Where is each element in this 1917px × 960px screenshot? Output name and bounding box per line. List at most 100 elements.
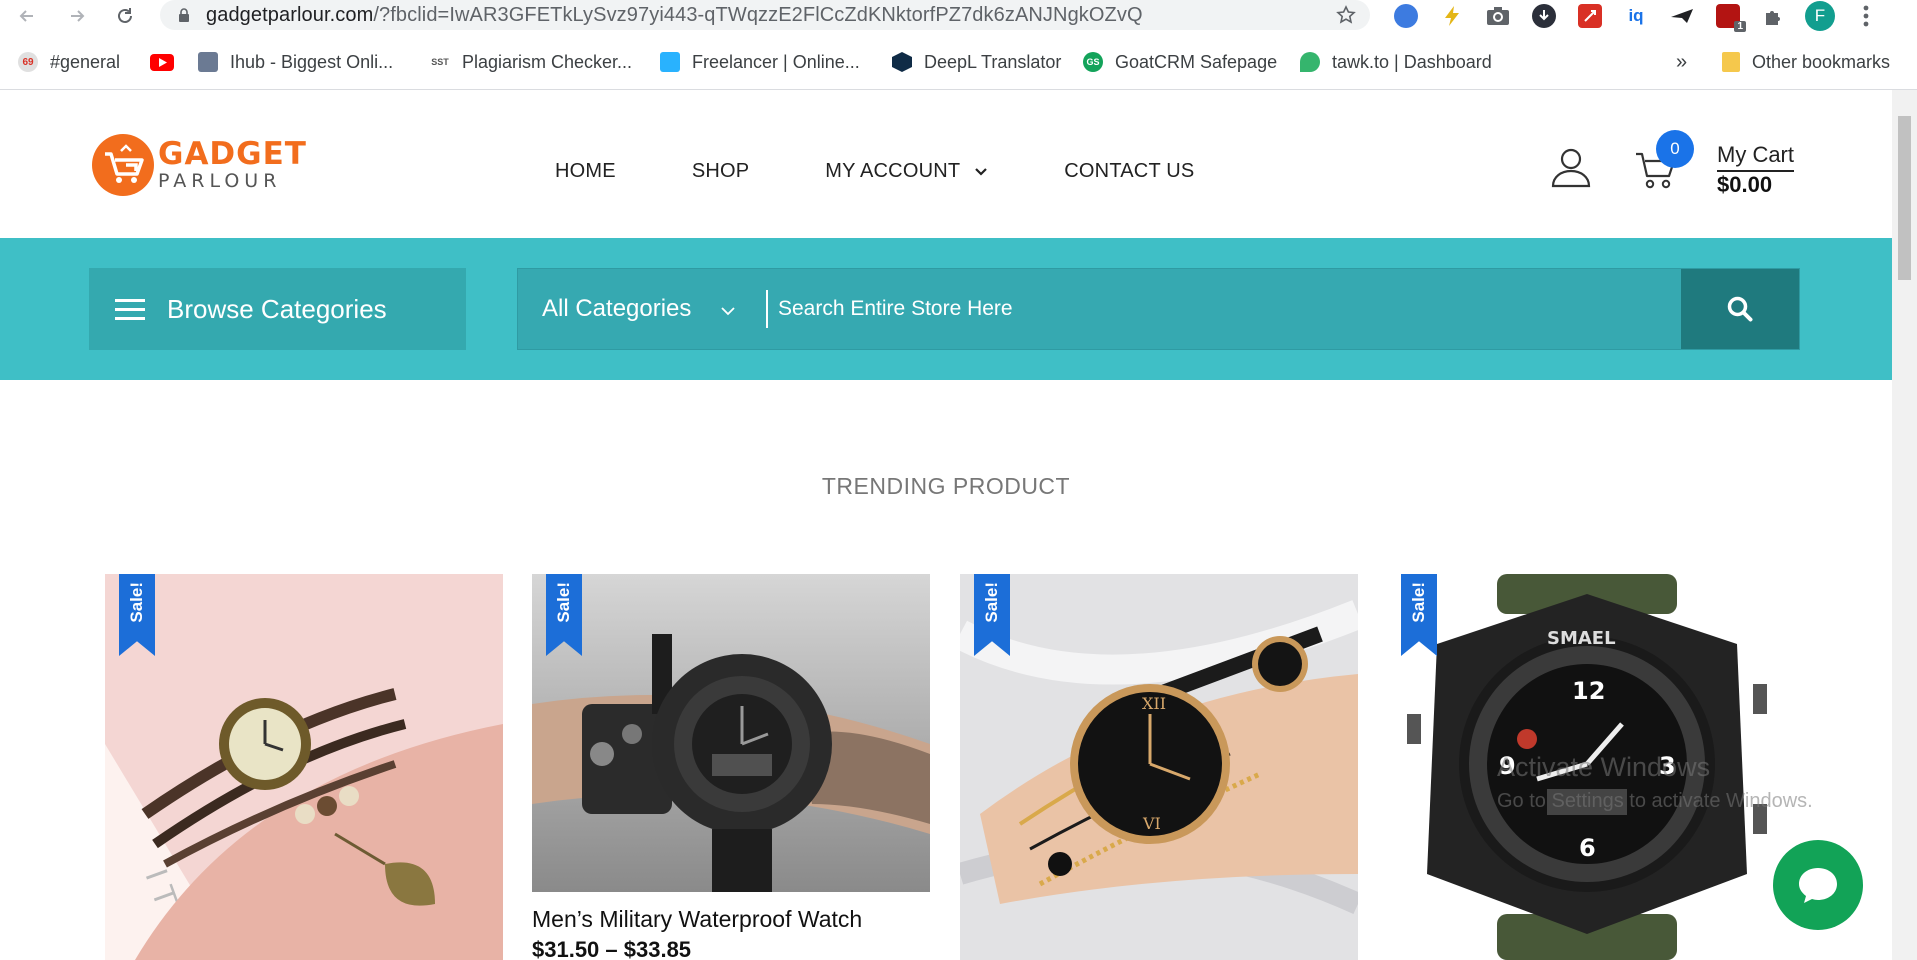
- bookmark-label: #general: [50, 51, 121, 72]
- bookmark-label: DeepL Translator: [924, 51, 1062, 72]
- svg-text:VI: VI: [1142, 814, 1161, 833]
- sale-badge-label: Sale!: [554, 582, 573, 623]
- bookmark-label: Ihub - Biggest Onli...: [230, 51, 394, 72]
- cart-count-badge: 0: [1656, 130, 1694, 168]
- bookmark-general[interactable]: 69 #general: [18, 50, 120, 74]
- product-image-leather-bracelet-watch[interactable]: I T H E: [105, 574, 503, 960]
- url-domain: gadgetparlour.com: [206, 3, 374, 26]
- bookmark-label: Other bookmarks: [1752, 51, 1891, 72]
- sale-badge-label: Sale!: [1409, 582, 1428, 623]
- bookmark-label: Plagiarism Checker...: [462, 51, 633, 72]
- folder-icon: [1722, 52, 1740, 72]
- cart-logo-icon: [92, 134, 154, 196]
- bookmark-plagiarism[interactable]: SST Plagiarism Checker...: [430, 50, 632, 74]
- user-account-icon[interactable]: [1550, 146, 1592, 188]
- product-price: $31.50 – $33.85: [532, 937, 692, 960]
- search-input[interactable]: [768, 269, 1681, 349]
- url-path: /?fbclid=IwAR3GFETkLySvz97yi443-qTWqzzE2…: [373, 3, 1143, 26]
- website: GADGET PARLOUR HOME SHOP MY ACCOUNT CONT…: [0, 90, 1892, 960]
- address-bar[interactable]: gadgetparlour.com/?fbclid=IwAR3GFETkLySv…: [160, 0, 1370, 30]
- browse-categories-button[interactable]: Browse Categories: [89, 268, 466, 350]
- other-bookmarks-folder[interactable]: Other bookmarks: [1722, 50, 1890, 74]
- lock-icon: [179, 8, 189, 22]
- bookmark-label: tawk.to | Dashboard: [1332, 51, 1492, 72]
- category-select[interactable]: All Categories: [518, 269, 766, 349]
- ihub-icon: [198, 52, 218, 72]
- youtube-icon: [150, 53, 174, 71]
- forward-icon[interactable]: [64, 3, 90, 29]
- nav-home[interactable]: HOME: [555, 160, 616, 183]
- search-button[interactable]: [1681, 269, 1799, 349]
- browser-toolbar: gadgetparlour.com/?fbclid=IwAR3GFETkLySv…: [0, 0, 1917, 32]
- download-shield-icon[interactable]: [1521, 0, 1567, 31]
- site-logo[interactable]: GADGET PARLOUR: [92, 134, 307, 196]
- extension-plane-icon[interactable]: [1659, 0, 1705, 31]
- windows-watermark-title: Activate Windows: [1497, 752, 1711, 782]
- url-text[interactable]: gadgetparlour.com/?fbclid=IwAR3GFETkLySv…: [206, 4, 1143, 27]
- bookmark-label: GoatCRM Safepage: [1115, 51, 1278, 72]
- back-icon[interactable]: [14, 3, 40, 29]
- chevron-down-icon: [721, 307, 735, 316]
- product-image-mens-military-watch[interactable]: [532, 574, 930, 892]
- bookmark-star-icon[interactable]: [1336, 5, 1356, 25]
- screen: gadgetparlour.com/?fbclid=IwAR3GFETkLySv…: [0, 0, 1917, 960]
- svg-text:12: 12: [1572, 677, 1605, 705]
- svg-text:6: 6: [1579, 834, 1596, 862]
- bookmark-freelancer[interactable]: Freelancer | Online...: [660, 50, 860, 74]
- extension-red-icon[interactable]: [1567, 0, 1613, 31]
- sale-badge-label: Sale!: [982, 582, 1001, 623]
- bookmarks-bar: 69 #general Ihub - Biggest Onli... SST P…: [0, 44, 1917, 80]
- trending-title: TRENDING PRODUCT: [821, 473, 1071, 499]
- windows-watermark-subtitle: Go to Settings to activate Windows.: [1497, 790, 1813, 812]
- bookmark-deepl[interactable]: DeepL Translator: [892, 50, 1061, 74]
- sale-badge-label: Sale!: [127, 582, 146, 623]
- bookmark-ihub[interactable]: Ihub - Biggest Onli...: [198, 50, 393, 74]
- profile-avatar[interactable]: F: [1797, 0, 1843, 31]
- browse-categories-label: Browse Categories: [167, 293, 387, 324]
- bookmark-tawk[interactable]: tawk.to | Dashboard: [1300, 50, 1492, 74]
- extension-1-icon[interactable]: [1383, 0, 1429, 31]
- category-search-bar: Browse Categories All Categories: [0, 238, 1892, 380]
- nav-contact-us[interactable]: CONTACT US: [1064, 160, 1194, 183]
- extension-lightning-icon[interactable]: [1429, 0, 1475, 31]
- slack-icon: 69: [18, 52, 38, 72]
- product-image-ladies-bracelet-watch-set[interactable]: XII VI: [960, 574, 1358, 960]
- product-name[interactable]: Men’s Military Waterproof Watch: [532, 906, 862, 933]
- extensions-bar: iq 1 F: [1383, 0, 1889, 32]
- nav-my-account-label: MY ACCOUNT: [825, 160, 961, 182]
- tawk-icon: [1300, 52, 1320, 72]
- main-nav: HOME SHOP MY ACCOUNT CONTACT US: [555, 160, 1270, 183]
- extension-badge-icon[interactable]: 1: [1705, 0, 1751, 32]
- product-card[interactable]: Sale! I T H E: [105, 574, 503, 960]
- reload-icon[interactable]: [112, 3, 138, 29]
- camera-icon[interactable]: [1475, 0, 1521, 31]
- chat-bubble-icon: [1799, 868, 1837, 903]
- deepl-icon: [892, 52, 912, 72]
- chevron-down-icon: [975, 167, 988, 176]
- logo-subtitle: PARLOUR: [158, 170, 282, 192]
- chrome-menu-icon[interactable]: [1843, 0, 1889, 31]
- bookmark-label: Freelancer | Online...: [692, 51, 860, 72]
- nav-my-account[interactable]: MY ACCOUNT: [825, 160, 988, 183]
- search-form: All Categories: [517, 268, 1800, 350]
- sst-icon: SST: [431, 57, 449, 67]
- svg-text:XII: XII: [1142, 694, 1166, 713]
- hamburger-menu-icon: [115, 299, 145, 320]
- more-bookmarks-button[interactable]: »: [1676, 50, 1687, 74]
- page-scrollbar[interactable]: [1892, 90, 1917, 960]
- my-cart-link[interactable]: My Cart: [1717, 142, 1794, 172]
- iq-extension-icon[interactable]: iq: [1613, 0, 1659, 31]
- scrollbar-thumb[interactable]: [1898, 116, 1911, 280]
- product-card[interactable]: Sale! Men’s Military Waterproof Watch $3…: [532, 574, 930, 960]
- category-select-value: All Categories: [542, 295, 692, 322]
- goatcrm-icon: GS: [1083, 52, 1103, 72]
- freelancer-icon: [660, 52, 680, 72]
- live-chat-button[interactable]: [1773, 840, 1863, 930]
- bookmark-youtube[interactable]: [150, 50, 186, 74]
- product-card[interactable]: Sale! XII VI: [960, 574, 1358, 960]
- bookmark-goatcrm[interactable]: GS GoatCRM Safepage: [1083, 50, 1277, 74]
- cart-total: $0.00: [1717, 172, 1773, 197]
- nav-shop[interactable]: SHOP: [692, 160, 749, 183]
- extensions-puzzle-icon[interactable]: [1751, 0, 1797, 31]
- logo-title: GADGET: [158, 136, 307, 172]
